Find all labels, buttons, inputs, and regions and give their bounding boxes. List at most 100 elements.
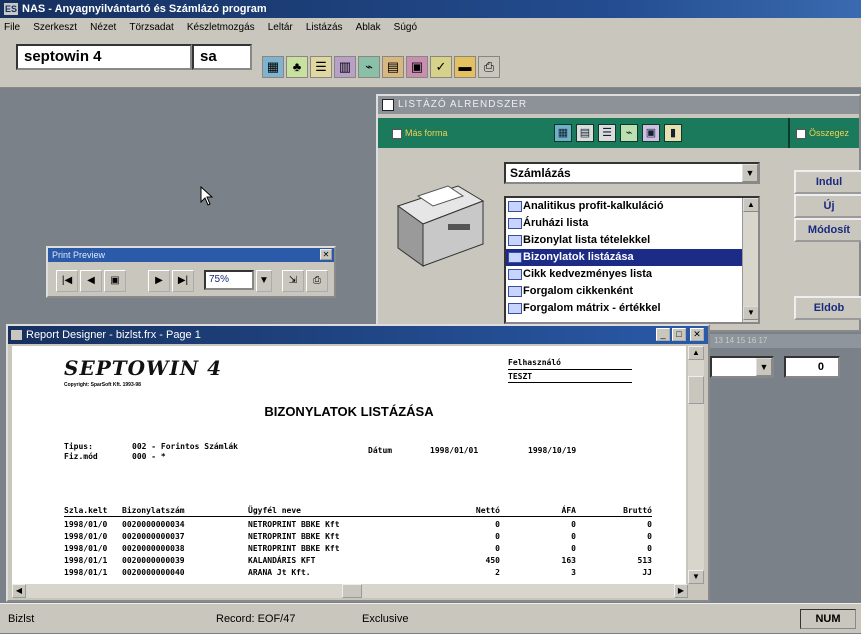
cell-client: ARANA Jt Kft. [248, 568, 311, 577]
category-select[interactable]: Számlázás ▼ [504, 162, 760, 184]
minimize-icon[interactable]: _ [656, 328, 670, 341]
user-combo[interactable]: sa [192, 44, 252, 70]
hscroll-thumb[interactable] [342, 584, 362, 598]
folder-icon[interactable]: ▬ [454, 56, 476, 78]
list-icon[interactable]: ☰ [310, 56, 332, 78]
report-view-icon[interactable]: ▤ [576, 124, 594, 142]
zoom-dropdown-icon[interactable]: ▼ [256, 270, 272, 292]
menu-sugo[interactable]: Súgó [394, 22, 417, 33]
modosit-button[interactable]: Módosít [794, 218, 861, 242]
grid-icon[interactable]: ▦ [262, 56, 284, 78]
user-value: TESZT [508, 372, 533, 381]
report-label: Forgalom cikkenként [523, 285, 634, 297]
menu-keszletmozgas[interactable]: Készletmozgás [187, 22, 255, 33]
menu-listazas[interactable]: Listázás [306, 22, 343, 33]
number-field[interactable]: 0 [784, 356, 840, 378]
menu-torzsadat[interactable]: Törzsadat [129, 22, 173, 33]
cell-afa: 3 [571, 568, 576, 577]
scroll-right-icon[interactable]: ▶ [674, 584, 688, 598]
close-preview-icon[interactable]: ⇲ [282, 270, 304, 292]
report-horizontal-scrollbar[interactable]: ◀ ▶ [12, 584, 688, 598]
printer-icon[interactable]: ⎙ [478, 56, 500, 78]
menu-nezet[interactable]: Nézet [90, 22, 116, 33]
print-icon[interactable]: ⎙ [306, 270, 328, 292]
cell-client: NETROPRINT BBKE Kft [248, 532, 340, 541]
report-icon [508, 217, 522, 229]
menu-file[interactable]: File [4, 22, 20, 33]
date-from: 1998/01/01 [430, 446, 479, 455]
user-underline-2 [508, 382, 632, 383]
category-dropdown-icon[interactable]: ▼ [742, 164, 758, 182]
table-row: 1998/01/0 0020000000037 NETROPRINT BBKE … [12, 532, 686, 544]
cell-date: 1998/01/0 [64, 532, 108, 541]
right-combo-dropdown-icon[interactable]: ▼ [756, 358, 772, 376]
grid-view-icon[interactable]: ▦ [554, 124, 572, 142]
menu-ablak[interactable]: Ablak [356, 22, 381, 33]
list-item[interactable]: Áruházi lista [506, 215, 758, 232]
table-row: 1998/01/0 0020000000034 NETROPRINT BBKE … [12, 520, 686, 532]
osszegez-box [796, 128, 806, 139]
calendar-icon[interactable]: ▤ [382, 56, 404, 78]
menu-szerkeszt[interactable]: Szerkeszt [33, 22, 77, 33]
export-icon[interactable]: ▣ [642, 124, 660, 142]
close-icon[interactable]: ✕ [320, 249, 332, 260]
report-designer-window: Report Designer - bizlst.frx - Page 1 _ … [6, 324, 710, 602]
scroll-track[interactable] [743, 212, 758, 306]
cell-netto: 450 [485, 556, 500, 565]
listazo-window-icon [382, 99, 394, 111]
list-item[interactable]: Bizonylat lista tételekkel [506, 232, 758, 249]
uj-button[interactable]: Új [794, 194, 861, 218]
menu-leltar[interactable]: Leltár [268, 22, 293, 33]
user-underline [508, 369, 632, 370]
scroll-thumb[interactable] [688, 376, 704, 404]
dialog-icon[interactable]: ▣ [406, 56, 428, 78]
label-view-icon[interactable]: ⌁ [620, 124, 638, 142]
col-brutto: Bruttó [623, 506, 652, 515]
cell-client: NETROPRINT BBKE Kft [248, 520, 340, 529]
zoom-select[interactable]: 75% [204, 270, 254, 290]
right-combo[interactable]: ▼ [710, 356, 774, 378]
report-vertical-scrollbar[interactable]: ▲ ▼ [688, 346, 704, 584]
indul-button[interactable]: Indul [794, 170, 861, 194]
header-rule [64, 516, 652, 517]
chart-icon[interactable]: ⌁ [358, 56, 380, 78]
prev-page-icon[interactable]: ◀ [80, 270, 102, 292]
list-item-selected[interactable]: Bizonylatok listázása [506, 249, 758, 266]
scroll-up-icon[interactable]: ▲ [688, 346, 704, 360]
scroll-down-icon[interactable]: ▼ [688, 570, 704, 584]
cell-number: 0020000000040 [122, 568, 185, 577]
cell-date: 1998/01/0 [64, 520, 108, 529]
cell-afa: 0 [571, 532, 576, 541]
app-icon: ES [4, 3, 18, 16]
book-icon[interactable]: ▥ [334, 56, 356, 78]
scroll-up-icon[interactable]: ▲ [743, 198, 758, 212]
list-item[interactable]: Forgalom cikkenként [506, 283, 758, 300]
listazo-window: LISTÁZÓ ALRENDSZER Más forma ▦ ▤ ☰ ⌁ ▣ ▮… [376, 94, 861, 332]
goto-page-icon[interactable]: ▣ [104, 270, 126, 292]
next-page-icon[interactable]: ▶ [148, 270, 170, 292]
report-list-scrollbar[interactable]: ▲ ▼ [742, 198, 758, 322]
list-item[interactable]: Forgalom mátrix - értékkel [506, 300, 758, 317]
report-label: Cikk kedvezményes lista [523, 268, 653, 280]
scroll-left-icon[interactable]: ◀ [12, 584, 26, 598]
last-page-icon[interactable]: ▶| [172, 270, 194, 292]
company-combo[interactable]: septowin 4 [16, 44, 192, 70]
cell-afa: 163 [561, 556, 576, 565]
first-page-icon[interactable]: |◀ [56, 270, 78, 292]
form-view-icon[interactable]: ☰ [598, 124, 616, 142]
check-icon[interactable]: ✓ [430, 56, 452, 78]
bar-chart-icon[interactable]: ▮ [664, 124, 682, 142]
close-icon[interactable]: ✕ [690, 328, 704, 341]
status-record: Record: EOF/47 [216, 613, 296, 625]
mas-forma-checkbox[interactable]: Más forma [392, 126, 448, 140]
report-label: Áruházi lista [523, 217, 589, 229]
maximize-icon[interactable]: □ [672, 328, 686, 341]
report-list[interactable]: Analitikus profit-kalkuláció Áruházi lis… [504, 196, 760, 324]
eldob-button[interactable]: Eldob [794, 296, 861, 320]
list-item[interactable]: Cikk kedvezményes lista [506, 266, 758, 283]
list-item[interactable]: Analitikus profit-kalkuláció [506, 198, 758, 215]
scroll-down-icon[interactable]: ▼ [743, 306, 758, 320]
tree-icon[interactable]: ♣ [286, 56, 308, 78]
osszegez-checkbox[interactable]: Összegez [796, 126, 849, 140]
cell-netto: 0 [495, 544, 500, 553]
